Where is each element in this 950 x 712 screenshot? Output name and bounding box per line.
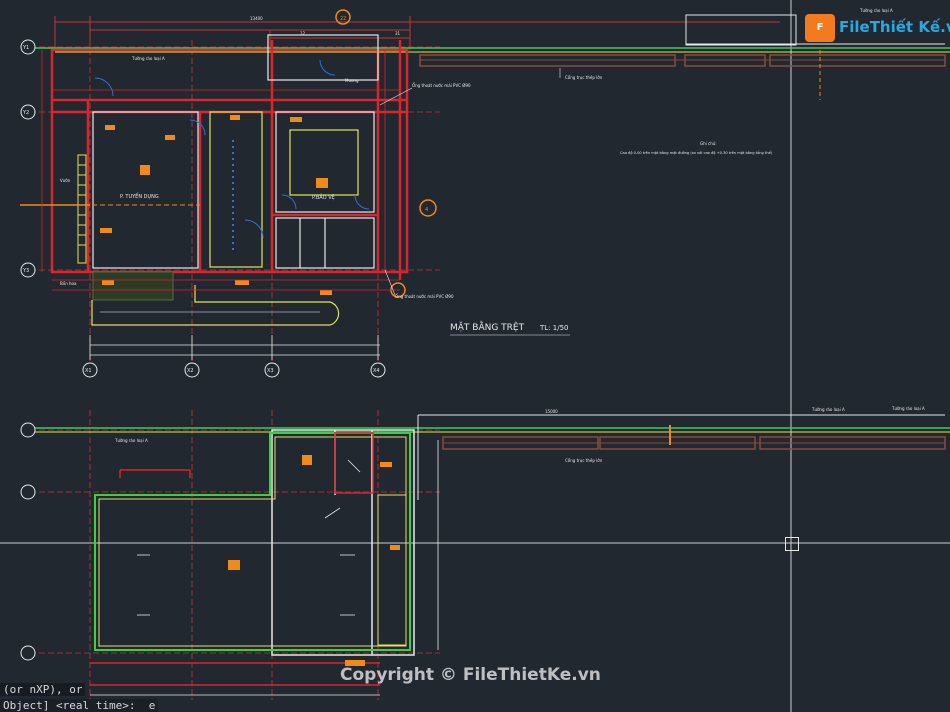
roof-dimensions [90,440,439,696]
note-heading: Ghi chú: [700,141,717,146]
drawing-labels: MẶT BẰNG TRỆT TL: 1/50 P. TUYỂN DỤNG P.B… [22,8,925,463]
axis-bubbles-left [20,39,36,278]
axis-label-bottom-3: X3 [267,368,274,374]
axis-label-left-1: Y1 [22,45,29,51]
roof-red-walls [90,432,380,686]
axis-label-left-2: Y2 [22,110,29,116]
axis-label-top-4: 4 [425,207,428,213]
axis-label-top-1: 12 [300,31,306,36]
note-flower-bed: Bồn hoa [60,281,77,286]
copyright-watermark: Copyright © FileThietKe.vn [340,665,601,685]
roof-fence [30,414,950,500]
cad-drawing-canvas[interactable]: MẶT BẰNG TRỆT TL: 1/50 P. TUYỂN DỤNG P.B… [0,0,950,712]
brand-logo: F FileThiết Kế.vn [805,12,950,46]
dimension-top-total: 13400 [250,16,263,21]
command-input-line[interactable]: Object] <real time>: e [0,699,159,712]
note-fence-a5: Tường rào loại A [891,406,925,411]
room-label-recruitment: P. TUYỂN DỤNG [120,192,159,200]
note-garden: Vườn [60,178,71,183]
room-label-security: P.BẢO VỆ [312,193,335,201]
note-fence-a4: Tường rào loại A [811,407,845,412]
ground-floor-plan [20,9,950,378]
command-history-line: (or nXP), or [0,683,86,696]
note-gate-bottom: Cổng trục thép lớn [565,458,603,463]
note-trench: Mương [345,78,359,83]
cursor-crosshair [0,0,950,712]
axis-label-bottom-2: X2 [187,368,194,374]
axis-label-left-3: Y3 [22,268,29,274]
building-walls [50,40,409,280]
axis-label-top-3: 31 [395,31,401,36]
drawing-scale: TL: 1/50 [539,324,568,332]
axis-label-bottom-4: X4 [373,368,380,374]
bottom-dimensions [89,335,380,360]
axis-bubbles-bottom [82,362,386,378]
roof-arrows [137,459,361,616]
note-fence-a3: Tường rào loại A [114,438,148,443]
note-gate-top: Cổng trục thép lớn [565,75,603,80]
top-dimension-lines [54,16,780,50]
cursor-pickbox [785,537,799,551]
roof-plan [20,410,950,700]
logo-icon: F [805,14,835,42]
roof-markers [228,455,400,666]
interior-walls [92,34,379,269]
plan-dimension-ticks [41,50,400,291]
dimension-bottom-total: 15000 [545,409,558,414]
roof-outline-green [94,432,411,651]
drawing-title: MẶT BẰNG TRỆT [450,320,525,333]
note-fence-a1: Tường rào loại A [131,56,165,61]
logo-text: FileThiết Kế.vn [839,18,950,36]
note-elevation: Cao độ 0.00 trên mặt bằng mặt đường (so … [620,150,773,155]
note-drain-bottom: Ống thoát nước mái PVC Ø90 [395,294,454,299]
door-swings [94,59,370,250]
roof-axis-bubbles [20,422,36,661]
axis-label-top-2: 22 [340,16,346,22]
axis-label-bottom-1: X1 [85,368,92,374]
stair-ladder [60,154,200,264]
note-drain-top: Ống thoát nước mái PVC Ø90 [412,83,471,88]
